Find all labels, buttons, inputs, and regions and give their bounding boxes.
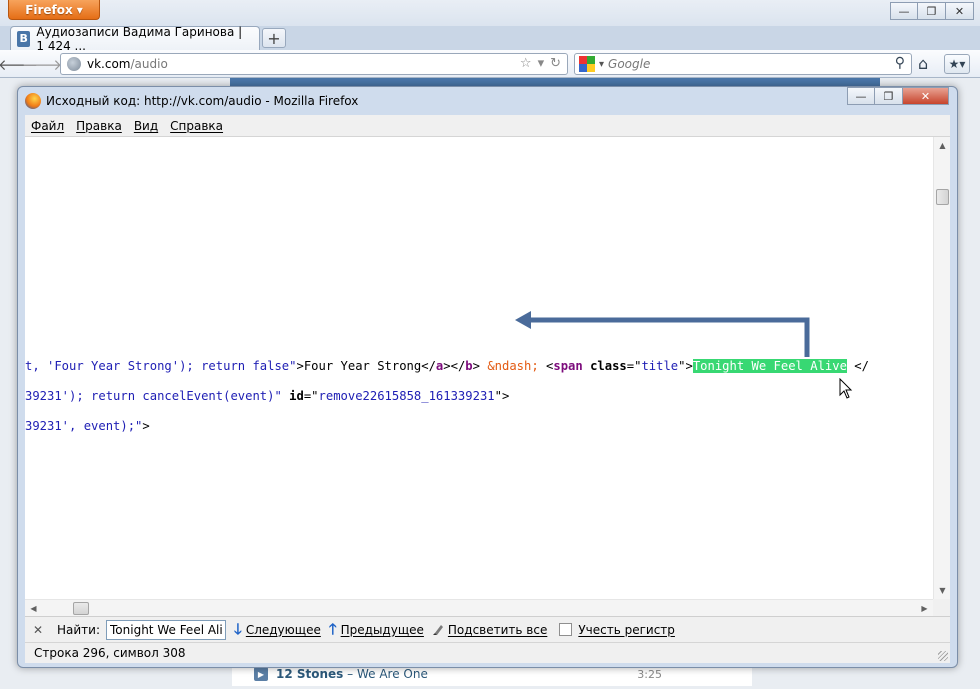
match-case-checkbox[interactable]	[559, 623, 573, 636]
firefox-menu-button[interactable]: Firefox ▾	[8, 0, 100, 20]
audio-duration: 3:25	[637, 667, 662, 681]
find-bar: ✕ Найти: 🡓 Следующее 🡑 Предыдущее Подсве…	[25, 616, 950, 642]
search-placeholder: Google	[608, 57, 651, 71]
close-icon[interactable]: ✕	[903, 87, 949, 105]
menu-view[interactable]: Вид	[134, 119, 158, 133]
url-bar[interactable]: vk.com/audio ☆ ▾ ↻	[60, 53, 568, 75]
browser-window-controls: — ❐ ✕	[890, 2, 974, 20]
navigation-toolbar: 🡐 🡒 vk.com/audio ☆ ▾ ↻ ▾ Google ⚲ ⌂ ★▾	[0, 50, 980, 78]
menu-help[interactable]: Справка	[170, 119, 223, 133]
highlighter-icon	[432, 624, 443, 635]
bookmarks-star-icon: ★▾	[948, 57, 966, 71]
menu-bar: Файл Правка Вид Справка	[25, 115, 950, 137]
mouse-cursor-icon	[839, 378, 853, 399]
vertical-scroll-thumb[interactable]	[936, 189, 949, 205]
status-bar: Строка 296, символ 308	[25, 642, 950, 663]
tab-vk-audio[interactable]: В Аудиозаписи Вадима Гаринова | 1 424 ..…	[10, 24, 260, 53]
horizontal-scrollbar[interactable]: ◀ ▶	[25, 599, 933, 616]
find-next-label: Следующее	[245, 622, 321, 637]
vk-favicon-icon: В	[17, 30, 31, 47]
search-icon[interactable]: ⚲	[895, 55, 905, 71]
view-source-titlebar: Исходный код: http://vk.com/audio - Mozi…	[18, 87, 957, 115]
url-host: vk.com	[87, 57, 131, 71]
maximize-icon[interactable]: ❐	[918, 2, 946, 20]
match-case-label: Учесть регистр	[578, 622, 675, 637]
tab-title: Аудиозаписи Вадима Гаринова | 1 424 ...	[36, 24, 243, 53]
scroll-left-icon[interactable]: ◀	[25, 600, 42, 617]
minimize-icon[interactable]: —	[847, 87, 875, 105]
firefox-menu-label: Firefox	[25, 2, 73, 17]
arrow-down-icon: 🡓	[234, 620, 242, 638]
menu-edit[interactable]: Правка	[76, 119, 122, 133]
browser-titlebar: Firefox ▾ — ❐ ✕	[0, 0, 980, 26]
view-source-window: Исходный код: http://vk.com/audio - Mozi…	[17, 86, 958, 668]
globe-icon	[67, 57, 81, 71]
audio-title: We Are One	[356, 667, 428, 681]
menu-file[interactable]: Файл	[31, 119, 64, 133]
view-source-window-controls: — ❐ ✕	[847, 87, 949, 105]
google-icon[interactable]	[579, 56, 595, 72]
vertical-scrollbar[interactable]: ▲ ▼	[933, 137, 950, 599]
arrow-up-icon: 🡑	[328, 620, 337, 638]
find-next-button[interactable]: 🡓 Следующее	[234, 622, 321, 637]
find-label: Найти:	[57, 622, 101, 637]
scrollbar-corner	[933, 599, 950, 616]
audio-artist[interactable]: 12 Stones	[276, 667, 343, 681]
tab-strip: В Аудиозаписи Вадима Гаринова | 1 424 ..…	[0, 24, 980, 53]
play-icon[interactable]: ▶	[254, 667, 268, 681]
close-find-bar-icon[interactable]: ✕	[27, 623, 49, 637]
url-bar-actions: ☆ ▾ ↻	[520, 56, 561, 71]
bookmarks-menu-button[interactable]: ★▾	[944, 54, 970, 74]
firefox-logo-icon	[25, 93, 41, 109]
new-tab-button[interactable]: +	[262, 28, 286, 48]
highlight-all-button[interactable]: Подсветить все	[432, 623, 547, 637]
find-previous-label: Предыдущее	[340, 622, 424, 637]
dropdown-arrow-icon: ▾	[76, 2, 83, 17]
scroll-down-icon[interactable]: ▼	[934, 582, 950, 599]
resize-grip-icon[interactable]	[938, 651, 948, 661]
bookmark-star-icon[interactable]: ☆	[520, 56, 532, 71]
minimize-icon[interactable]: —	[890, 2, 918, 20]
match-case-option[interactable]: Учесть регистр	[578, 623, 675, 637]
horizontal-scroll-thumb[interactable]	[73, 602, 89, 615]
url-path: /audio	[130, 57, 168, 71]
highlight-all-label: Подсветить все	[447, 622, 548, 637]
annotation-arrow-icon	[515, 311, 810, 357]
forward-arrow-icon[interactable]: 🡒	[22, 54, 62, 74]
close-icon[interactable]: ✕	[946, 2, 974, 20]
source-code-view[interactable]: t, 'Four Year Strong'); return false">Fo…	[25, 137, 950, 599]
url-dropdown-icon[interactable]: ▾	[538, 56, 545, 71]
search-engine-dropdown-icon[interactable]: ▾	[599, 59, 604, 70]
search-bar[interactable]: ▾ Google ⚲	[574, 53, 912, 75]
reload-icon[interactable]: ↻	[550, 56, 561, 71]
home-icon[interactable]: ⌂	[918, 54, 928, 73]
find-input[interactable]	[106, 619, 227, 640]
status-text: Строка 296, символ 308	[34, 646, 186, 660]
scroll-right-icon[interactable]: ▶	[916, 600, 933, 617]
view-source-title: Исходный код: http://vk.com/audio - Mozi…	[46, 94, 359, 108]
maximize-icon[interactable]: ❐	[875, 87, 903, 105]
scroll-up-icon[interactable]: ▲	[934, 137, 950, 154]
find-previous-button[interactable]: 🡑 Предыдущее	[329, 622, 424, 637]
audio-separator: –	[343, 667, 357, 681]
